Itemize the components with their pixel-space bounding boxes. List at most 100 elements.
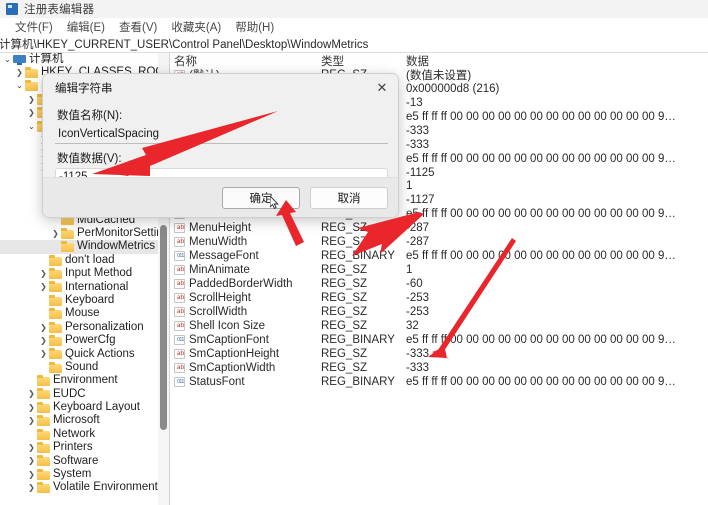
ok-button[interactable]: 确定 [222, 187, 300, 209]
tree-item-label: WindowMetrics [77, 241, 155, 253]
tree-item-network[interactable]: Network [0, 428, 170, 441]
folder-icon [49, 363, 62, 373]
tree-item-environment[interactable]: Environment [0, 374, 170, 387]
value-type-cell: REG_BINARY [317, 334, 402, 346]
chevron-right-icon[interactable]: ❯ [14, 69, 25, 77]
folder-icon [61, 242, 74, 252]
tree-item-input-method[interactable]: ❯Input Method [0, 267, 170, 280]
table-row[interactable]: StatusFontREG_BINARYe5 ff ff ff 00 00 00… [170, 375, 708, 389]
tree-item-keyboard[interactable]: Keyboard [0, 294, 170, 307]
value-name-input[interactable]: IconVerticalSpacing [55, 125, 388, 144]
chevron-right-icon[interactable]: ❯ [38, 283, 49, 291]
tree-item-keyboard-layout[interactable]: ❯Keyboard Layout [0, 401, 170, 414]
chevron-right-icon[interactable]: ❯ [50, 230, 61, 238]
chevron-down-icon[interactable]: ⌄ [26, 123, 37, 131]
chevron-right-icon[interactable]: ❯ [26, 484, 37, 492]
chevron-right-icon[interactable]: ❯ [38, 324, 49, 332]
value-data-cell: 1 [402, 180, 708, 192]
value-name-text: ScrollWidth [189, 306, 247, 318]
tree-item-windowmetrics[interactable]: WindowMetrics [0, 240, 170, 253]
value-data-cell: -333 [402, 125, 708, 137]
tree-item-eudc[interactable]: ❯EUDC [0, 388, 170, 401]
chevron-right-icon[interactable]: ❯ [26, 96, 37, 104]
tree-item-quick-actions[interactable]: ❯Quick Actions [0, 348, 170, 361]
tree-item-label: Environment [53, 375, 118, 387]
folder-icon [37, 470, 50, 480]
chevron-right-icon[interactable]: ❯ [26, 390, 37, 398]
tree-scrollbar-thumb[interactable] [160, 225, 167, 430]
table-row[interactable]: MenuHeightREG_SZ-287 [170, 221, 708, 235]
tree-item-label: System [53, 469, 91, 481]
tree-item-system[interactable]: ❯ System [0, 468, 170, 481]
tree-item-label: Volatile Environment [53, 482, 158, 494]
value-data-cell: -1125 [402, 167, 708, 179]
table-row[interactable]: PaddedBorderWidthREG_SZ-60 [170, 277, 708, 291]
tree-item-sound[interactable]: Sound [0, 361, 170, 374]
chevron-down-icon[interactable]: ⌄ [14, 82, 25, 90]
column-header-type[interactable]: 类型 [317, 53, 402, 69]
chevron-right-icon[interactable]: ❯ [26, 457, 37, 465]
close-icon[interactable]: ✕ [364, 74, 399, 101]
tree-item-volatile-environment[interactable]: ❯ Volatile Environment [0, 482, 170, 495]
tree-item-permonitorsettin[interactable]: ❯PerMonitorSettin [0, 227, 170, 240]
folder-icon [37, 430, 50, 440]
folder-icon [49, 349, 62, 359]
tree-item-don-t-load[interactable]: don't load [0, 254, 170, 267]
menu-view[interactable]: 查看(V) [112, 18, 164, 36]
menu-file[interactable]: 文件(F) [8, 18, 60, 36]
menu-bar: 文件(F)编辑(E)查看(V)收藏夹(A)帮助(H) [0, 18, 708, 36]
table-row[interactable]: SmCaptionWidthREG_SZ-333 [170, 361, 708, 375]
value-name-cell: PaddedBorderWidth [170, 278, 317, 290]
computer-icon [13, 55, 26, 65]
value-name-cell: ScrollWidth [170, 306, 317, 318]
chevron-right-icon[interactable]: ❯ [38, 270, 49, 278]
value-name-text: SmCaptionFont [189, 334, 269, 346]
chevron-right-icon[interactable]: ❯ [26, 471, 37, 479]
string-value-icon [174, 265, 185, 275]
tree-item-powercfg[interactable]: ❯ PowerCfg [0, 334, 170, 347]
menu-favorites[interactable]: 收藏夹(A) [164, 18, 228, 36]
binary-value-icon [174, 335, 185, 345]
chevron-right-icon[interactable]: ❯ [38, 350, 49, 358]
address-bar[interactable]: 计算机\HKEY_CURRENT_USER\Control Panel\Desk… [0, 36, 708, 53]
folder-icon [37, 456, 50, 466]
cancel-button[interactable]: 取消 [310, 187, 388, 209]
value-type-cell: REG_SZ [317, 362, 402, 374]
table-row[interactable]: ScrollHeightREG_SZ-253 [170, 291, 708, 305]
tree-item-label: Microsoft [53, 415, 100, 427]
value-type-cell: REG_SZ [317, 306, 402, 318]
tree-item-mouse[interactable]: Mouse [0, 307, 170, 320]
folder-icon [37, 443, 50, 453]
edit-string-dialog: 编辑字符串 ✕ 数值名称(N): IconVerticalSpacing 数值数… [42, 73, 399, 218]
tree-item-label: PowerCfg [65, 335, 116, 347]
value-type-cell: REG_BINARY [317, 250, 402, 262]
table-row[interactable]: SmCaptionFontREG_BINARYe5 ff ff ff 00 00… [170, 333, 708, 347]
chevron-right-icon[interactable]: ❯ [26, 417, 37, 425]
chevron-down-icon[interactable]: ⌄ [2, 56, 13, 64]
tree-item-international[interactable]: ❯International [0, 281, 170, 294]
tree-item-[interactable]: ⌄计算机 [0, 53, 170, 66]
table-row[interactable]: MinAnimateREG_SZ1 [170, 263, 708, 277]
string-value-icon [174, 293, 185, 303]
value-type-cell: REG_SZ [317, 222, 402, 234]
value-name-text: MinAnimate [189, 264, 250, 276]
menu-help[interactable]: 帮助(H) [228, 18, 281, 36]
chevron-right-icon[interactable]: ❯ [26, 404, 37, 412]
table-row[interactable]: SmCaptionHeightREG_SZ-333 [170, 347, 708, 361]
dialog-title-bar: 编辑字符串 ✕ [43, 74, 399, 101]
tree-item-microsoft[interactable]: ❯ Microsoft [0, 415, 170, 428]
value-data-cell: -333 [402, 348, 708, 360]
table-row[interactable]: MessageFontREG_BINARYe5 ff ff ff 00 00 0… [170, 249, 708, 263]
menu-edit[interactable]: 编辑(E) [60, 18, 112, 36]
chevron-right-icon[interactable]: ❯ [38, 337, 49, 345]
table-row[interactable]: MenuWidthREG_SZ-287 [170, 235, 708, 249]
table-row[interactable]: Shell Icon SizeREG_SZ32 [170, 319, 708, 333]
folder-icon [49, 323, 62, 333]
tree-item-software[interactable]: ❯Software [0, 455, 170, 468]
tree-item-personalization[interactable]: ❯Personalization [0, 321, 170, 334]
chevron-right-icon[interactable]: ❯ [26, 109, 37, 117]
tree-item-printers[interactable]: ❯Printers [0, 441, 170, 454]
value-name-cell: SmCaptionHeight [170, 348, 317, 360]
table-row[interactable]: ScrollWidthREG_SZ-253 [170, 305, 708, 319]
chevron-right-icon[interactable]: ❯ [26, 444, 37, 452]
